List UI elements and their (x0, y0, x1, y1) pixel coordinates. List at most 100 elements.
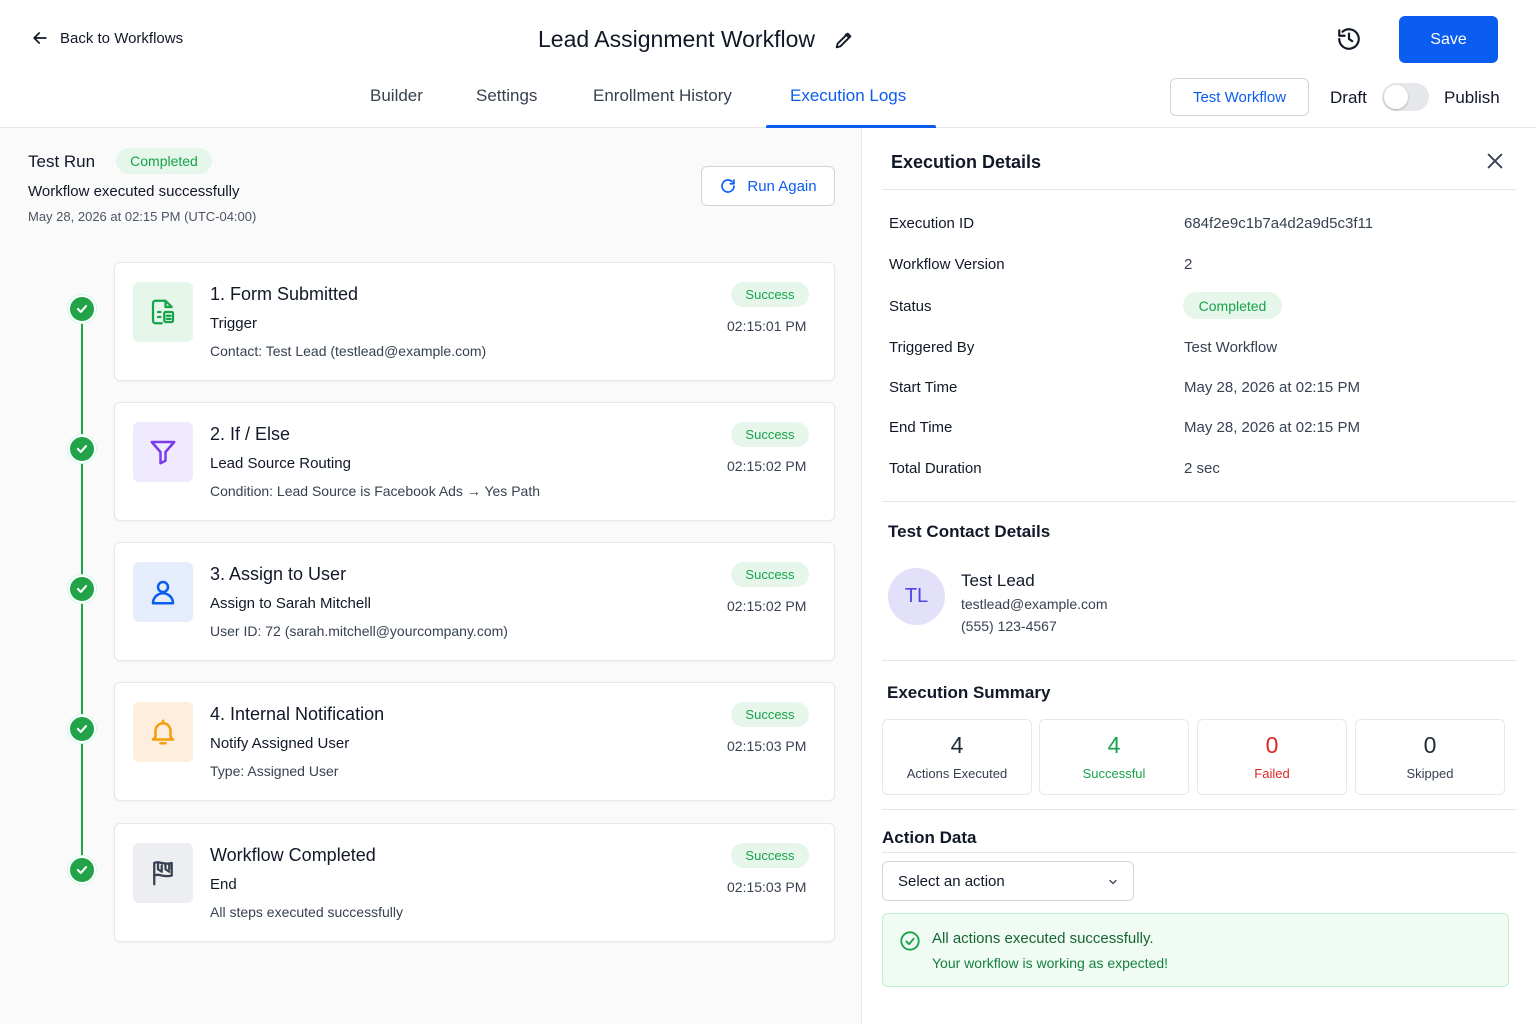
toggle-knob (1384, 85, 1408, 109)
close-icon[interactable] (1484, 150, 1506, 172)
workflow-title: Lead Assignment Workflow (538, 26, 815, 52)
step-status-badge: Success (731, 282, 809, 307)
step-card-if-else[interactable]: 2. If / Else Lead Source Routing Conditi… (114, 402, 835, 521)
step-check-icon (68, 575, 96, 603)
check-circle-icon (900, 931, 920, 951)
execution-id-value: 684f2e9c1b7a4d2a9d5c3f11 (1184, 215, 1374, 232)
save-button[interactable]: Save (1399, 16, 1498, 63)
stat-label: Actions Executed (906, 766, 1008, 781)
step-status-badge: Success (731, 702, 809, 727)
test-workflow-button[interactable]: Test Workflow (1170, 78, 1309, 116)
execution-log-panel: Test Run Completed Workflow executed suc… (0, 128, 861, 1024)
bell-icon (133, 702, 193, 762)
start-time-label: Start Time (889, 379, 958, 396)
tab-builder[interactable]: Builder (370, 86, 423, 106)
tab-settings[interactable]: Settings (476, 86, 537, 106)
stat-value: 0 (1265, 732, 1279, 758)
top-header: Back to Workflows Lead Assignment Workfl… (0, 0, 1536, 128)
draft-label: Draft (1330, 88, 1367, 107)
contact-name: Test Lead (961, 571, 1035, 590)
publish-label: Publish (1444, 88, 1500, 107)
step-detail: Contact: Test Lead (testlead@example.com… (210, 343, 487, 359)
step-subtitle: Trigger (210, 315, 257, 332)
success-alert: All actions executed successfully. Your … (882, 913, 1509, 987)
step-time: 02:15:02 PM (727, 598, 807, 614)
triggered-by-value: Test Workflow (1184, 339, 1278, 356)
step-subtitle: Assign to Sarah Mitchell (210, 595, 371, 612)
step-subtitle: Lead Source Routing (210, 455, 351, 472)
execution-details-panel: Execution Details Execution ID 684f2e9c1… (861, 128, 1536, 1024)
pencil-icon[interactable] (833, 29, 855, 51)
test-run-title: Test Run (28, 152, 96, 171)
step-check-icon (68, 435, 96, 463)
success-title: All actions executed successfully. (932, 930, 1154, 947)
status-badge: Completed (116, 148, 212, 174)
stat-failed: 0 Failed (1197, 719, 1347, 795)
step-detail: Type: Assigned User (210, 763, 339, 779)
start-time-value: May 28, 2026 at 02:15 PM (1184, 379, 1360, 396)
divider (882, 809, 1517, 810)
contact-email: testlead@example.com (961, 596, 1108, 612)
step-card-form-submitted[interactable]: 1. Form Submitted Trigger Contact: Test … (114, 262, 835, 381)
stat-label: Skipped (1406, 766, 1454, 781)
filter-icon (133, 422, 193, 482)
divider (882, 660, 1517, 661)
step-status-badge: Success (731, 843, 809, 868)
back-label: Back to Workflows (60, 29, 184, 47)
step-title: 2. If / Else (210, 424, 291, 444)
workflow-version-label: Workflow Version (889, 256, 1005, 273)
history-icon[interactable] (1336, 26, 1362, 52)
workflow-version-value: 2 (1184, 256, 1193, 273)
end-time-value: May 28, 2026 at 02:15 PM (1184, 419, 1360, 436)
divider (882, 189, 1517, 190)
flag-icon (133, 843, 193, 903)
step-subtitle: End (210, 876, 237, 893)
step-card-assign-user[interactable]: 3. Assign to User Assign to Sarah Mitche… (114, 542, 835, 661)
run-again-button[interactable]: Run Again (701, 166, 835, 206)
stat-skipped: 0 Skipped (1355, 719, 1505, 795)
stat-label: Failed (1254, 766, 1290, 781)
run-message: Workflow executed successfully (28, 183, 240, 200)
triggered-by-label: Triggered By (889, 339, 975, 356)
contact-section-title: Test Contact Details (888, 522, 1051, 541)
stat-actions-executed: 4 Actions Executed (882, 719, 1032, 795)
step-time: 02:15:03 PM (727, 738, 807, 754)
action-data-title: Action Data (882, 828, 977, 847)
publish-toggle[interactable] (1382, 83, 1429, 111)
step-check-icon (68, 856, 96, 884)
total-duration-value: 2 sec (1184, 460, 1220, 477)
divider (882, 852, 1517, 853)
step-detail: All steps executed successfully (210, 904, 403, 920)
tab-enrollment-history[interactable]: Enrollment History (593, 86, 732, 106)
step-status-badge: Success (731, 422, 809, 447)
step-time: 02:15:01 PM (727, 318, 807, 334)
tab-execution-logs[interactable]: Execution Logs (790, 86, 906, 106)
step-status-badge: Success (731, 562, 809, 587)
stat-value: 4 (950, 732, 964, 758)
step-time: 02:15:02 PM (727, 458, 807, 474)
form-icon (133, 282, 193, 342)
contact-phone: (555) 123-4567 (961, 618, 1057, 634)
step-title: Workflow Completed (210, 845, 376, 865)
end-time-label: End Time (889, 419, 953, 436)
step-subtitle: Notify Assigned User (210, 735, 350, 752)
stat-value: 0 (1423, 732, 1437, 758)
status-badge: Completed (1183, 292, 1282, 319)
chevron-down-icon (1109, 879, 1117, 885)
execution-id-label: Execution ID (889, 215, 975, 232)
step-card-workflow-completed[interactable]: Workflow Completed End All steps execute… (114, 823, 835, 942)
arrow-left-icon (33, 32, 47, 44)
step-title: 1. Form Submitted (210, 284, 359, 304)
step-detail: User ID: 72 (sarah.mitchell@yourcompany.… (210, 623, 508, 639)
success-text: Your workflow is working as expected! (932, 955, 1169, 971)
action-select[interactable]: Select an action (882, 861, 1134, 901)
step-time: 02:15:03 PM (727, 879, 807, 895)
stat-successful: 4 Successful (1039, 719, 1189, 795)
summary-section-title: Execution Summary (887, 683, 1051, 702)
divider (882, 501, 1517, 502)
panel-title: Execution Details (891, 152, 1042, 172)
back-to-workflows-link[interactable]: Back to Workflows (30, 28, 183, 48)
step-check-icon (68, 715, 96, 743)
step-card-internal-notification[interactable]: 4. Internal Notification Notify Assigned… (114, 682, 835, 801)
stat-value: 4 (1107, 732, 1121, 758)
